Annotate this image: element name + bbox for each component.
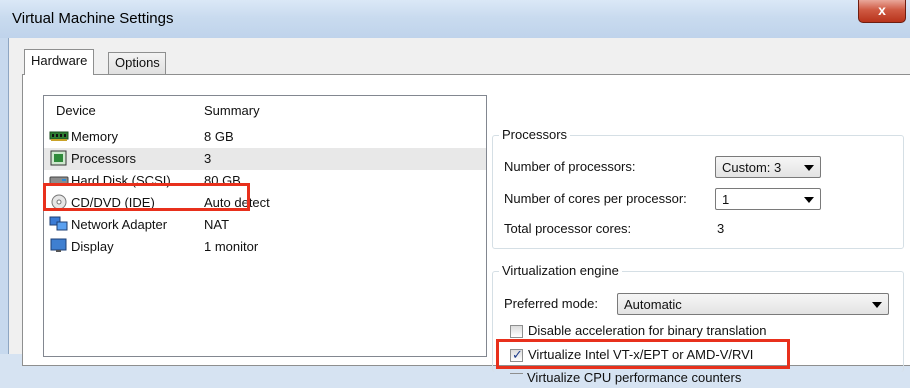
column-header-device[interactable]: Device [56,103,96,118]
window-frame [0,38,8,354]
number-of-processors-select[interactable]: Custom: 3 [715,156,821,178]
tab-hardware[interactable]: Hardware [24,49,95,75]
display-icon [50,238,67,252]
chevron-down-icon [872,302,882,308]
preferred-mode-select[interactable]: Automatic [617,293,889,315]
preferred-mode-label: Preferred mode: [504,296,598,311]
device-summary: 8 GB [204,129,234,144]
device-summary: 1 monitor [204,239,259,254]
preferred-mode-value: Automatic [624,297,682,312]
processors-group: Processors Number of processors: Custom:… [492,127,904,249]
title-bar: Virtual Machine Settings x [0,0,910,38]
number-of-processors-label: Number of processors: [504,159,636,174]
virtualize-cpu-counters-label[interactable]: Virtualize CPU performance counters [527,370,741,388]
device-name: Processors [71,151,137,166]
close-icon: x [878,2,886,18]
device-row-network-adapter[interactable]: Network Adapter NAT [44,214,486,236]
network-adapter-icon [49,216,68,231]
column-header-summary[interactable]: Summary [204,103,260,118]
device-summary: 3 [204,151,212,166]
device-summary: NAT [204,217,230,232]
cores-per-processor-label: Number of cores per processor: [504,191,687,206]
virtualize-vtx-highlight-box [496,339,790,369]
window-title: Virtual Machine Settings [12,10,174,27]
chevron-down-icon [804,197,814,203]
virtualization-engine-group-title: Virtualization engine [499,263,622,278]
total-processor-cores-label: Total processor cores: [504,221,632,236]
memory-icon [49,131,69,141]
device-row-memory[interactable]: Memory 8 GB [44,126,486,148]
device-row-processors[interactable]: Processors 3 [44,148,486,170]
device-name: Display [71,239,114,254]
virtualize-cpu-counters-checkbox[interactable] [510,373,523,374]
dialog-client-area: Hardware Options Device Summary Memory 8… [8,38,910,385]
disable-acceleration-label[interactable]: Disable acceleration for binary translat… [528,323,766,338]
device-row-display[interactable]: Display 1 monitor [44,236,486,258]
cores-per-processor-select[interactable]: 1 [715,188,821,210]
number-of-processors-value: Custom: 3 [722,160,782,175]
device-name: Network Adapter [71,217,168,232]
processors-highlight-box [43,183,250,211]
processors-group-title: Processors [499,127,571,142]
hardware-tab-panel: Device Summary Memory 8 GB Processors 3 … [22,74,910,385]
disable-acceleration-checkbox[interactable] [510,325,523,338]
tab-options[interactable]: Options [108,52,166,74]
chevron-down-icon [804,165,814,171]
processor-icon [50,150,67,166]
close-button[interactable]: x [858,0,906,23]
device-list-header: Device Summary [44,96,486,122]
total-processor-cores-value: 3 [717,221,725,236]
device-name: Memory [71,129,118,144]
device-list[interactable]: Device Summary Memory 8 GB Processors 3 … [43,95,487,357]
cores-per-processor-value: 1 [722,192,730,207]
